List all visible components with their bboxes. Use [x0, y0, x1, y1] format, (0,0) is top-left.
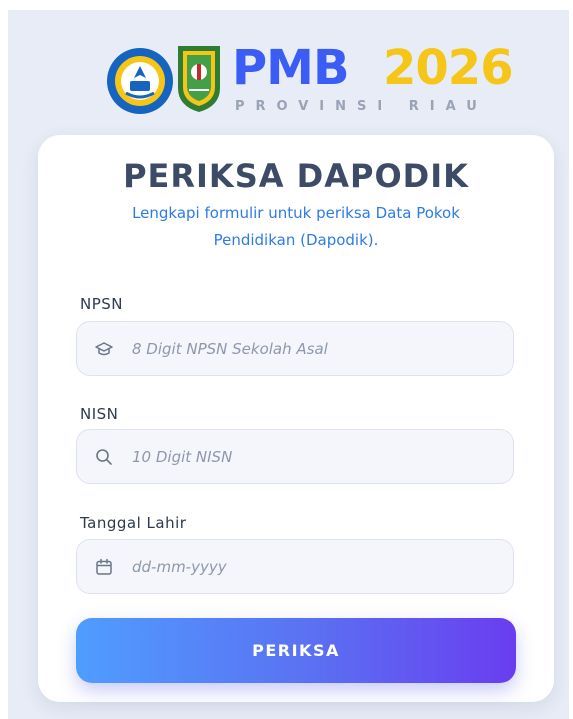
periksa-button[interactable]: PERIKSA: [76, 618, 516, 683]
form-card: PERIKSA DAPODIK Lengkapi formulir untuk …: [38, 135, 554, 702]
riau-province-logo: [178, 46, 220, 112]
page-subtitle: Lengkapi formulir untuk periksa Data Pok…: [132, 204, 460, 249]
brand-year: 2026: [383, 40, 514, 96]
page-title: PERIKSA DAPODIK: [123, 157, 469, 195]
graduation-cap-icon: [95, 342, 113, 356]
brand-subtitle: PROVINSI RIAU: [235, 99, 488, 114]
nisn-label: NISN: [80, 405, 119, 423]
page-background: PMB 2026 PROVINSI RIAU PERIKSA DAPODIK L…: [8, 10, 569, 719]
npsn-label: NPSN: [80, 295, 124, 313]
calendar-icon: [96, 558, 112, 575]
header: PMB 2026 PROVINSI RIAU: [8, 38, 569, 118]
tanggal-lahir-field[interactable]: [76, 539, 514, 594]
tanggal-lahir-label: Tanggal Lahir: [80, 514, 187, 532]
npsn-input[interactable]: [132, 322, 502, 375]
brand-pmb: PMB: [232, 40, 350, 96]
tanggal-lahir-input[interactable]: [132, 540, 502, 593]
nisn-input[interactable]: [132, 430, 502, 483]
nisn-field[interactable]: [76, 429, 514, 484]
kemdikbud-logo: [107, 48, 173, 114]
npsn-field[interactable]: [76, 321, 514, 376]
search-icon: [96, 449, 112, 465]
